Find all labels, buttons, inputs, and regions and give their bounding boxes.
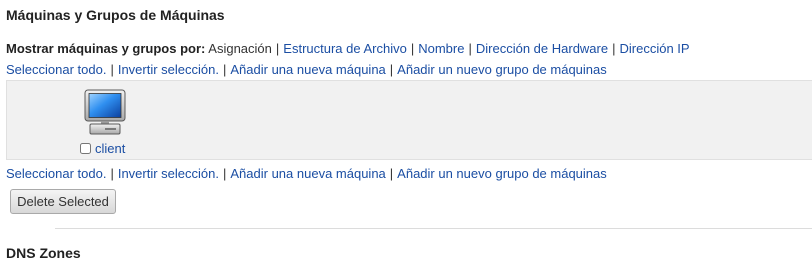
machine-item: client bbox=[77, 89, 131, 156]
show-by-bar: Mostrar máquinas y grupos por: Asignació… bbox=[6, 41, 690, 56]
separator: | bbox=[410, 41, 415, 56]
add-machine-link[interactable]: Añadir una nueva máquina bbox=[230, 62, 385, 77]
separator: | bbox=[223, 62, 227, 77]
separator: | bbox=[110, 166, 114, 181]
separator: | bbox=[389, 62, 394, 77]
dns-zones-title: DNS Zones bbox=[6, 245, 81, 261]
add-machine-link[interactable]: Añadir una nueva máquina bbox=[230, 166, 385, 181]
delete-selected-button[interactable]: Delete Selected bbox=[10, 189, 116, 214]
select-all-link[interactable]: Seleccionar todo. bbox=[6, 62, 106, 77]
show-by-name-link[interactable]: Nombre bbox=[418, 41, 464, 56]
machine-name-link[interactable]: client bbox=[95, 141, 125, 156]
separator: | bbox=[468, 41, 472, 56]
selection-actions-top: Seleccionar todo. | Invertir selección. | Añ… bbox=[6, 62, 607, 77]
machine-checkbox[interactable] bbox=[80, 143, 91, 154]
computer-monitor-icon[interactable] bbox=[84, 89, 126, 137]
separator: | bbox=[275, 41, 280, 56]
add-machine-group-link[interactable]: Añadir un nuevo grupo de máquinas bbox=[397, 166, 607, 181]
separator: | bbox=[612, 41, 616, 56]
section-divider bbox=[55, 228, 812, 229]
show-by-ip-address-link[interactable]: Dirección IP bbox=[620, 41, 690, 56]
select-all-link[interactable]: Seleccionar todo. bbox=[6, 166, 106, 181]
invert-selection-link[interactable]: Invertir selección. bbox=[118, 166, 219, 181]
machines-section-title: Máquinas y Grupos de Máquinas bbox=[6, 7, 225, 23]
selection-actions-bottom: Seleccionar todo. | Invertir selección. | Añ… bbox=[6, 166, 607, 181]
separator: | bbox=[110, 62, 114, 77]
show-by-label: Mostrar máquinas y grupos por: bbox=[6, 41, 206, 56]
show-by-current: Asignación bbox=[208, 41, 272, 56]
show-by-hardware-address-link[interactable]: Dirección de Hardware bbox=[476, 41, 608, 56]
machine-list-panel: client bbox=[6, 80, 812, 160]
invert-selection-link[interactable]: Invertir selección. bbox=[118, 62, 219, 77]
separator: | bbox=[389, 166, 394, 181]
add-machine-group-link[interactable]: Añadir un nuevo grupo de máquinas bbox=[397, 62, 607, 77]
separator: | bbox=[223, 166, 227, 181]
machine-row: client bbox=[80, 141, 125, 156]
show-by-file-structure-link[interactable]: Estructura de Archivo bbox=[283, 41, 407, 56]
